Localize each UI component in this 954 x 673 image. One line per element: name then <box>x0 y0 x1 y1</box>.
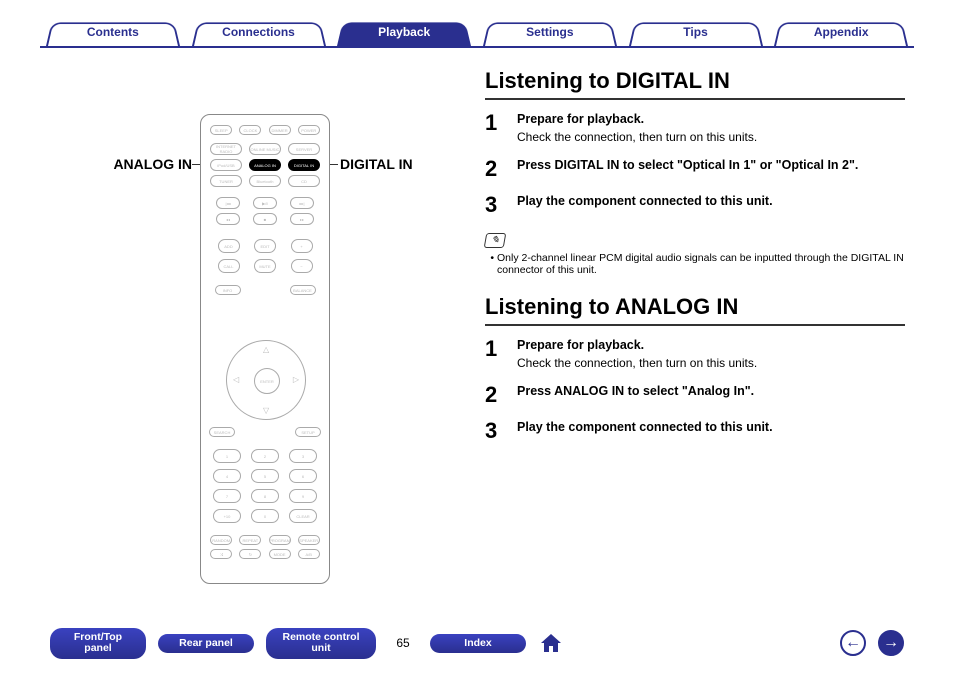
step-number: 3 <box>485 194 505 216</box>
tab-appendix[interactable]: Appendix <box>768 20 914 46</box>
analog-step-2: 2 Press ANALOG IN to select "Analog In". <box>485 384 905 406</box>
note-icon: ✎ <box>484 233 507 248</box>
note-list: Only 2-channel linear PCM digital audio … <box>485 252 905 276</box>
tab-contents[interactable]: Contents <box>40 20 186 46</box>
tab-connections[interactable]: Connections <box>186 20 332 46</box>
step-number: 3 <box>485 420 505 442</box>
tab-settings[interactable]: Settings <box>477 20 623 46</box>
step-title: Prepare for playback. <box>517 112 905 126</box>
analog-step-3: 3 Play the component connected to this u… <box>485 420 905 442</box>
step-title: Play the component connected to this uni… <box>517 420 905 434</box>
note-item: Only 2-channel linear PCM digital audio … <box>497 252 905 276</box>
digital-step-3: 3 Play the component connected to this u… <box>485 194 905 216</box>
step-number: 1 <box>485 112 505 144</box>
step-title: Press DIGITAL IN to select "Optical In 1… <box>517 158 905 172</box>
analog-step-1: 1 Prepare for playback. Check the connec… <box>485 338 905 370</box>
front-top-panel-button[interactable]: Front/Top panel <box>50 628 146 659</box>
step-number: 2 <box>485 384 505 406</box>
footer: Front/Top panel Rear panel Remote contro… <box>50 628 904 659</box>
page-number: 65 <box>388 636 418 650</box>
tab-playback[interactable]: Playback <box>331 20 477 46</box>
analog-in-label: ANALOG IN <box>92 156 192 172</box>
step-number: 1 <box>485 338 505 370</box>
digital-in-label: DIGITAL IN <box>340 156 450 172</box>
next-page-button[interactable]: → <box>878 630 904 656</box>
rear-panel-button[interactable]: Rear panel <box>158 634 254 654</box>
digital-step-1: 1 Prepare for playback. Check the connec… <box>485 112 905 144</box>
step-sub: Check the connection, then turn on this … <box>517 130 905 144</box>
dpad: △ ▽ ◁ ▷ ENTER <box>226 340 306 420</box>
digital-in-button: DIGITAL IN <box>288 159 320 171</box>
home-icon[interactable] <box>538 630 564 656</box>
step-number: 2 <box>485 158 505 180</box>
digital-in-heading: Listening to DIGITAL IN <box>485 68 905 100</box>
top-tabs: Contents Connections Playback Settings T… <box>40 20 914 48</box>
content: Listening to DIGITAL IN 1 Prepare for pl… <box>485 60 905 456</box>
remote-body: SLEEP CLOCK DIMMER POWER INTERNET RADIO … <box>200 114 330 584</box>
remote-control-unit-button[interactable]: Remote control unit <box>266 628 376 659</box>
step-sub: Check the connection, then turn on this … <box>517 356 905 370</box>
analog-in-heading: Listening to ANALOG IN <box>485 294 905 326</box>
step-title: Press ANALOG IN to select "Analog In". <box>517 384 905 398</box>
index-button[interactable]: Index <box>430 634 526 654</box>
digital-step-2: 2 Press DIGITAL IN to select "Optical In… <box>485 158 905 180</box>
tab-tips[interactable]: Tips <box>623 20 769 46</box>
step-title: Play the component connected to this uni… <box>517 194 905 208</box>
prev-page-button[interactable]: ← <box>840 630 866 656</box>
step-title: Prepare for playback. <box>517 338 905 352</box>
analog-in-button: ANALOG IN <box>249 159 281 171</box>
